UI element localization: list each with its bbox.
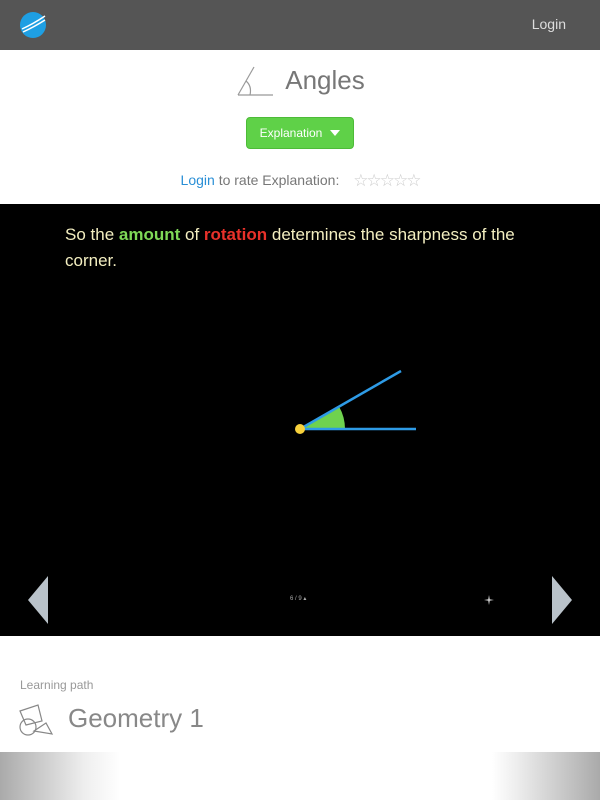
- learning-path-label: Learning path: [20, 678, 94, 692]
- chevron-down-icon: [330, 130, 341, 136]
- slide-pager[interactable]: 6 / 9 ▴: [290, 595, 306, 602]
- caret-up-icon: ▴: [303, 596, 307, 602]
- lesson-header: Angles: [0, 62, 600, 102]
- top-bar: Login: [0, 0, 600, 50]
- login-link[interactable]: Login: [532, 16, 566, 32]
- bottom-bar: [0, 752, 600, 800]
- mode-dropdown[interactable]: Explanation: [246, 117, 354, 149]
- prev-slide-arrow[interactable]: [28, 576, 48, 624]
- sparkle-icon[interactable]: [484, 595, 494, 605]
- angle-vertex[interactable]: [295, 424, 305, 434]
- slide-stage: So the amount of rotation determines the…: [0, 204, 600, 636]
- rating-stars[interactable]: ☆☆☆☆☆: [353, 171, 421, 191]
- mode-dropdown-label: Explanation: [259, 126, 323, 140]
- angle-icon: [237, 66, 274, 96]
- angle-rotated-ray: [299, 369, 402, 431]
- angle-diagram: [295, 369, 416, 434]
- page-title: Angles: [285, 64, 365, 95]
- rating-text: to rate Explanation:: [218, 172, 340, 188]
- rating-login-link[interactable]: Login: [181, 172, 215, 188]
- next-slide-arrow[interactable]: [552, 576, 572, 624]
- slide-counter: 6 / 9: [290, 596, 302, 602]
- learning-path-title[interactable]: Geometry 1: [68, 703, 204, 734]
- geometry-shapes-icon: [19, 704, 54, 736]
- rating-row: Login to rate Explanation: ☆☆☆☆☆: [0, 171, 600, 191]
- logo-icon[interactable]: [18, 10, 48, 40]
